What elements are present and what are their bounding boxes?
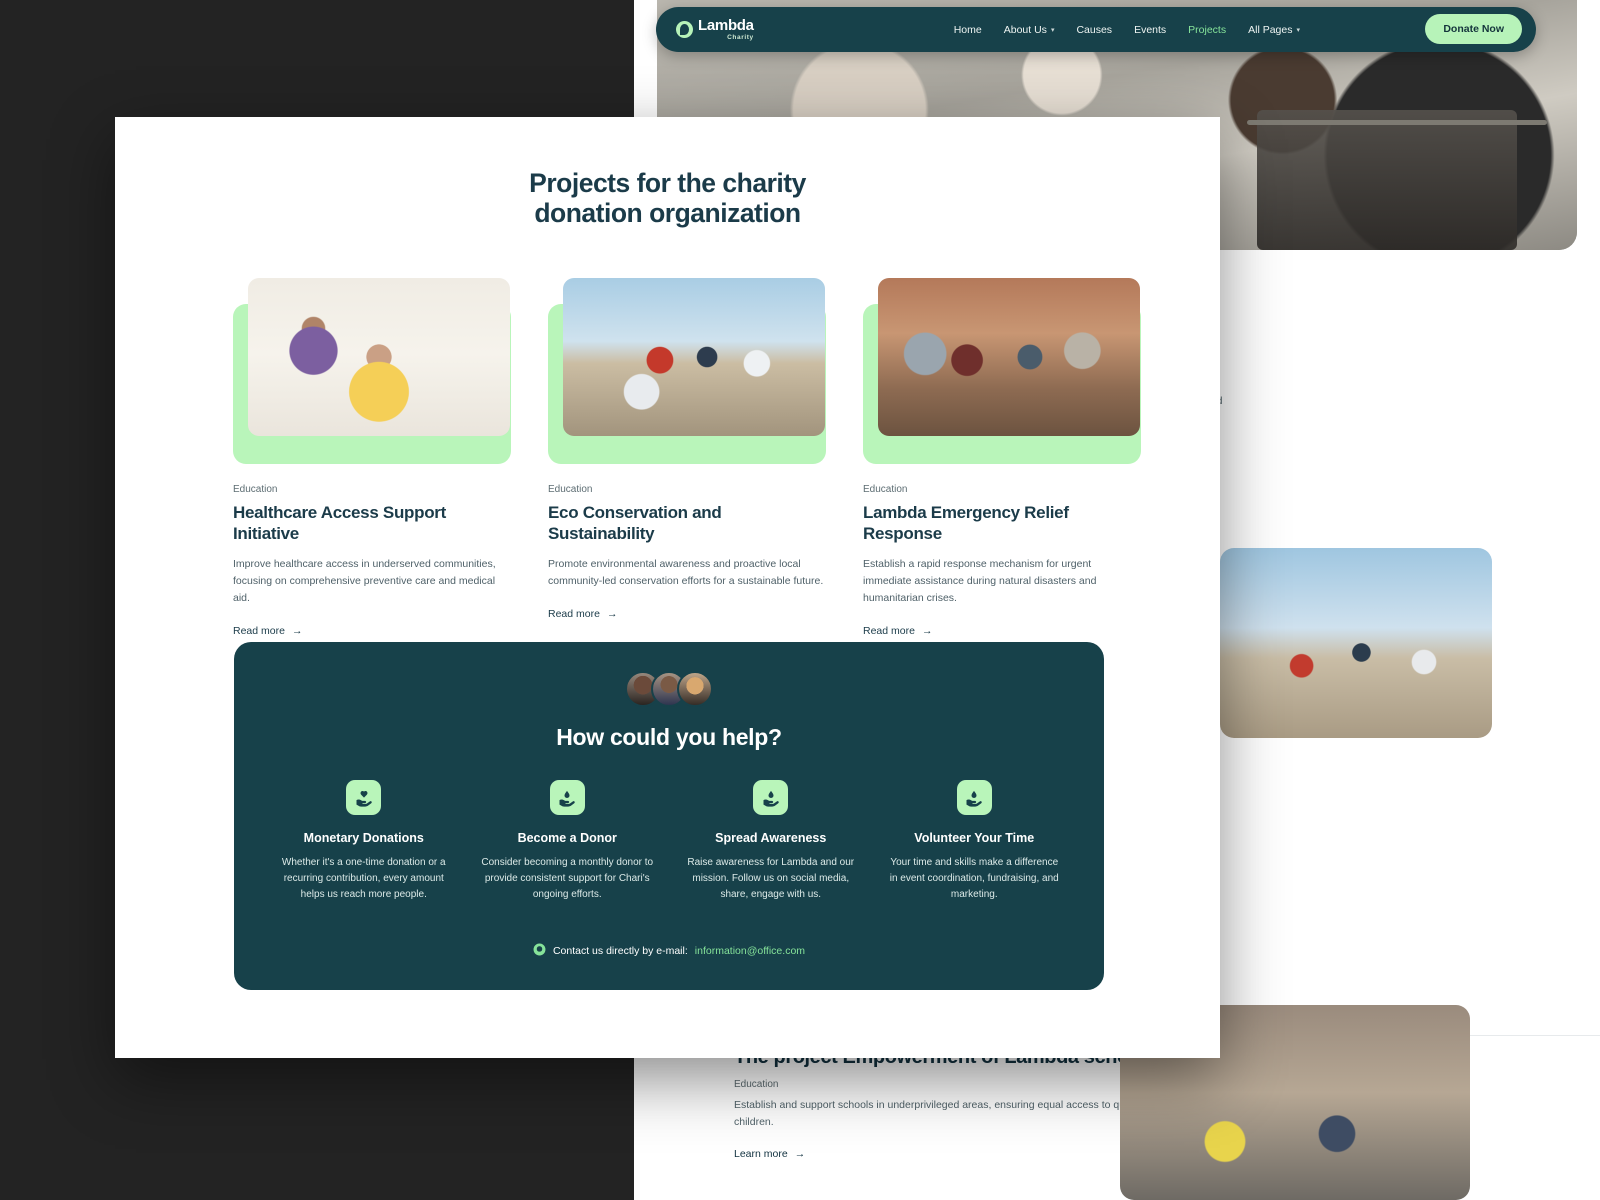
project-description: Promote environmental awareness and proa… [548,556,826,590]
hand-holding-drop-icon [753,780,788,815]
project-photo [248,278,510,436]
help-column: Become a Donor Consider becoming a month… [466,780,670,903]
nav-menu: Home About Us ▾ Causes Events Projects Al… [954,24,1300,36]
nav-label: Projects [1188,24,1226,36]
help-column-text: Consider becoming a monthly donor to pro… [480,855,656,903]
nav-label: Home [954,24,982,36]
site-logo[interactable]: Lambda Charity [676,18,754,42]
nav-label: Events [1134,24,1166,36]
project-card[interactable]: Education Lambda Emergency Relief Respon… [863,278,1141,639]
bg-learn-more-link[interactable]: Learn more → [734,1148,805,1160]
contact-line: Contact us directly by e-mail: informati… [234,943,1104,959]
chevron-down-icon: ▾ [1051,26,1055,34]
bg-beach-photo [1220,548,1492,738]
bg-learn-more-label: Learn more [734,1148,788,1160]
help-column-text: Your time and skills make a difference i… [887,855,1063,903]
nav-item-events[interactable]: Events [1134,24,1166,36]
donate-now-button[interactable]: Donate Now [1425,14,1522,44]
how-could-you-help-panel: How could you help? Monetary Donations W… [234,642,1104,990]
chevron-down-icon: ▾ [1296,26,1300,34]
nav-label: Causes [1076,24,1112,36]
project-title: Eco Conservation and Sustainability [548,503,826,544]
site-navbar: Lambda Charity Home About Us ▾ Causes Eve… [656,7,1536,52]
projects-grid: Education Healthcare Access Support Init… [233,278,1220,639]
project-card[interactable]: Education Eco Conservation and Sustainab… [548,278,826,639]
hand-holding-drop-icon [550,780,585,815]
logo-name: Lambda [698,17,754,34]
page-title-line1: Projects for the charity [529,168,806,198]
help-column-title: Monetary Donations [276,831,452,845]
page-title: Projects for the charity donation organi… [115,169,1220,228]
project-image-stack [863,278,1141,464]
nav-item-all-pages[interactable]: All Pages ▾ [1248,24,1300,36]
help-column-title: Volunteer Your Time [887,831,1063,845]
help-column-title: Become a Donor [480,831,656,845]
project-title: Lambda Emergency Relief Response [863,503,1141,544]
contact-email-link[interactable]: information@office.com [695,945,805,957]
help-columns: Monetary Donations Whether it's a one-ti… [262,780,1076,903]
nav-label: About Us [1004,24,1047,36]
help-column: Monetary Donations Whether it's a one-ti… [262,780,466,903]
arrow-right-icon: → [292,625,303,637]
arrow-right-icon: → [795,1148,806,1160]
leaf-badge-icon [533,943,546,959]
read-more-link[interactable]: Read more → [863,625,932,637]
arrow-right-icon: → [607,608,618,620]
project-description: Establish a rapid response mechanism for… [863,556,1141,607]
read-more-link[interactable]: Read more → [548,608,617,620]
project-description: Improve healthcare access in underserved… [233,556,511,607]
read-more-label: Read more [548,608,600,620]
page-title-line2: donation organization [534,198,800,228]
hero-clothing-rack [1257,110,1517,250]
project-category: Education [233,484,511,495]
read-more-label: Read more [233,625,285,637]
project-image-stack [548,278,826,464]
help-panel-title: How could you help? [234,724,1104,751]
hand-holding-heart-icon [346,780,381,815]
project-photo [878,278,1140,436]
read-more-label: Read more [863,625,915,637]
project-image-stack [233,278,511,464]
arrow-right-icon: → [922,625,933,637]
help-column-title: Spread Awareness [683,831,859,845]
hero-rack-bar [1247,120,1547,125]
avatar [677,671,713,707]
help-column: Volunteer Your Time Your time and skills… [873,780,1077,903]
hand-holding-drop-icon [957,780,992,815]
help-column-text: Whether it's a one-time donation or a re… [276,855,452,903]
nav-item-about-us[interactable]: About Us ▾ [1004,24,1055,36]
leaf-circle-icon [676,21,693,38]
project-title: Healthcare Access Support Initiative [233,503,511,544]
logo-subtitle: Charity [698,35,754,42]
nav-item-home[interactable]: Home [954,24,982,36]
nav-item-projects[interactable]: Projects [1188,24,1226,36]
help-column: Spread Awareness Raise awareness for Lam… [669,780,873,903]
contact-prefix: Contact us directly by e-mail: [553,945,688,957]
project-category: Education [548,484,826,495]
foreground-projects-card: Projects for the charity donation organi… [115,117,1220,1058]
avatar-group [234,671,1104,707]
nav-item-causes[interactable]: Causes [1076,24,1112,36]
screen: rld. Lambda Charity Home About Us▾ Cause… [0,0,1600,1200]
help-column-text: Raise awareness for Lambda and our missi… [683,855,859,903]
project-category: Education [863,484,1141,495]
read-more-link[interactable]: Read more → [233,625,302,637]
project-card[interactable]: Education Healthcare Access Support Init… [233,278,511,639]
project-photo [563,278,825,436]
nav-label: All Pages [1248,24,1292,36]
